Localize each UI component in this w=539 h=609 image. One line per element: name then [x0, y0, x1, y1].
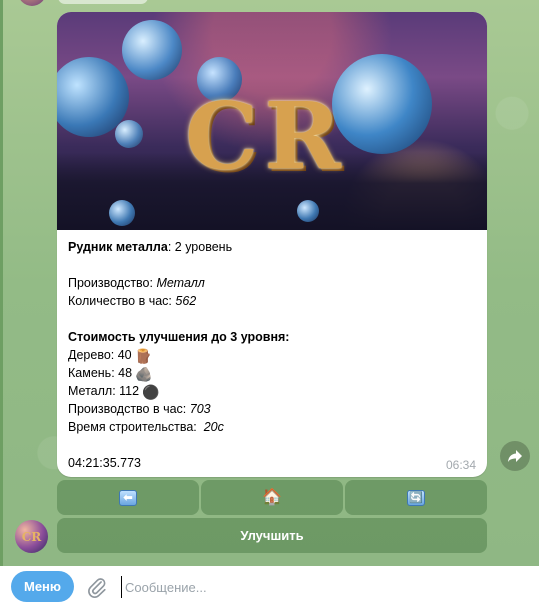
prod-per-hour-value: 703 — [189, 402, 211, 416]
timer: 04:21:35.773 — [68, 456, 141, 470]
build-time-value: 20с — [203, 420, 224, 434]
prod-per-hour-label: Производство в час: — [68, 402, 190, 416]
planet-graphic — [122, 20, 182, 80]
planet-graphic — [332, 54, 432, 154]
metal-cost-text: Металл: 112 — [68, 384, 140, 398]
inline-keyboard-row-2: Улучшить — [57, 518, 487, 553]
per-hour-label: Количество в час: — [68, 294, 176, 308]
upgrade-heading-text: Стоимость улучшения до 3 уровня: — [68, 330, 290, 344]
message-time: 06:34 — [445, 458, 476, 472]
stone-cost-text: Камень: 48 — [68, 366, 133, 380]
planet-graphic — [115, 120, 143, 148]
metal-cost: Металл: 112 ⚫ — [68, 382, 475, 400]
menu-button[interactable]: Меню — [11, 571, 74, 602]
per-hour-line: Количество в час: 562 — [68, 292, 475, 310]
back-button[interactable]: ⬅ — [57, 480, 199, 515]
message-text: Рудник металла: 2 уровень Производство: … — [57, 230, 487, 472]
build-time-line: Время строительства: 20с — [68, 418, 475, 436]
prod-per-hour-line: Производство в час: 703 — [68, 400, 475, 418]
building-name: Рудник металла — [68, 240, 168, 254]
cr-logo: CR — [185, 82, 347, 190]
bot-message: CR Рудник металла: 2 уровень Производств… — [57, 12, 487, 477]
production-label: Производство: — [68, 276, 157, 290]
wood-cost: Дерево: 40 🪵 — [68, 346, 475, 364]
message-composer: Меню — [0, 566, 539, 609]
share-arrow-icon — [508, 450, 522, 462]
planet-graphic — [109, 200, 135, 226]
black-circle-icon: ⚫ — [142, 384, 160, 400]
paperclip-icon[interactable] — [86, 576, 108, 598]
building-level: : 2 уровень — [167, 240, 233, 254]
bot-avatar[interactable]: CR — [15, 520, 48, 553]
house-icon: 🏠 — [262, 488, 282, 506]
refresh-icon: 🔄 — [407, 489, 425, 506]
wood-icon: 🪵 — [134, 348, 153, 364]
production-line: Производство: Металл — [68, 274, 475, 292]
build-time-label: Время строительства: — [68, 420, 204, 434]
home-button[interactable]: 🏠 — [201, 480, 343, 515]
upgrade-heading: Стоимость улучшения до 3 уровня: — [68, 328, 475, 346]
refresh-button[interactable]: 🔄 — [345, 480, 487, 515]
per-hour-value: 562 — [175, 294, 197, 308]
previous-message-stub — [58, 0, 148, 4]
arrow-left-icon: ⬅ — [119, 489, 137, 506]
inline-keyboard-row-1: ⬅ 🏠 🔄 — [57, 480, 487, 515]
rock-icon: 🪨 — [135, 366, 153, 382]
upgrade-button[interactable]: Улучшить — [57, 518, 487, 553]
stone-cost: Камень: 48 🪨 — [68, 364, 475, 382]
window-edge — [0, 0, 3, 566]
wood-cost-text: Дерево: 40 — [68, 348, 132, 362]
building-title: Рудник металла: 2 уровень — [68, 238, 475, 256]
planet-graphic — [297, 200, 319, 222]
message-image[interactable]: CR — [57, 12, 487, 230]
message-input[interactable] — [121, 576, 421, 598]
share-button[interactable] — [500, 441, 530, 471]
production-value: Металл — [156, 276, 205, 290]
